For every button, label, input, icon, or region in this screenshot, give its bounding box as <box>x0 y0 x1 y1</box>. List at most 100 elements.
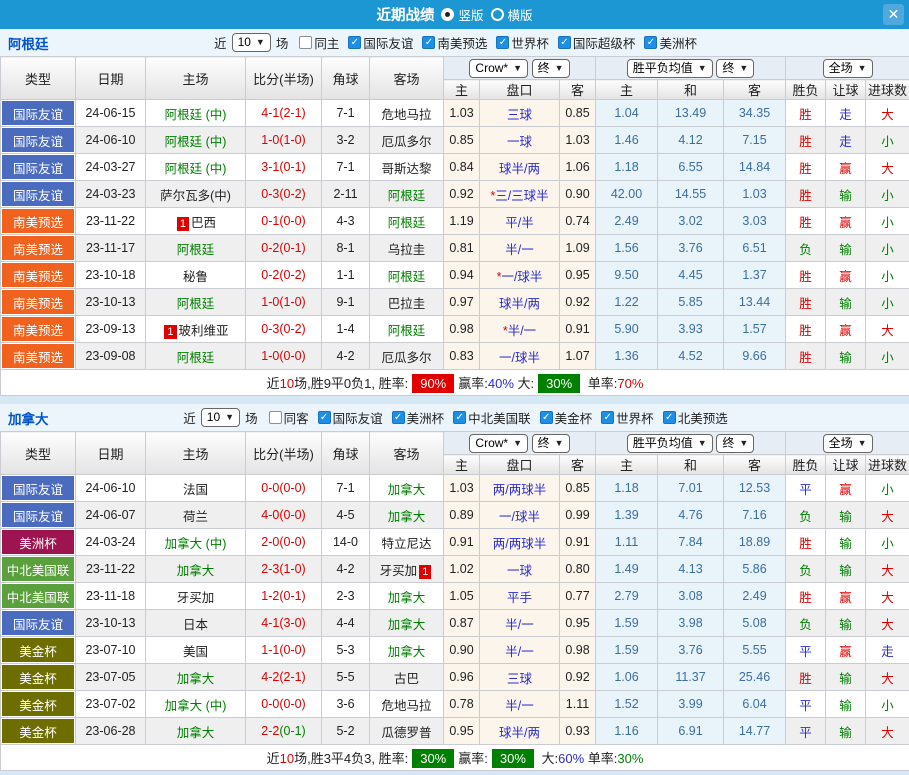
date-cell: 23-11-18 <box>76 583 146 610</box>
avg-home-odds: 1.18 <box>596 475 658 502</box>
avg-select[interactable]: 胜平负均值▼ <box>627 59 713 78</box>
fullmatch-select[interactable]: 全场▼ <box>823 434 873 453</box>
team-name: 加拿大 <box>388 483 426 497</box>
table-row: 国际友谊24-03-23萨尔瓦多(中)0-3(0-2)2-11阿根廷0.92*三… <box>1 181 909 208</box>
final-select-value: 终 <box>538 61 550 76</box>
competition-badge: 美金杯 <box>2 719 74 743</box>
team-name: 阿根廷 <box>388 216 426 230</box>
final-odds-select-2[interactable]: 终▼ <box>716 59 754 78</box>
league-checkbox[interactable]: ✓国际友谊 <box>348 33 413 52</box>
home-team-cell: 美国 <box>146 637 246 664</box>
final-odds-select[interactable]: 终▼ <box>532 434 570 453</box>
type-cell: 南美预选 <box>1 262 76 289</box>
handicap-value: 一球 <box>507 135 532 149</box>
league-checkbox[interactable]: ✓美金杯 <box>540 408 593 427</box>
league-checkbox[interactable]: ✓世界杯 <box>496 33 549 52</box>
fulltime-score: 1-2 <box>261 589 279 603</box>
halftime-score: (0-0) <box>279 508 305 522</box>
handicap-cell: 两/两球半 <box>480 475 560 502</box>
result-goals: 大 <box>866 583 909 610</box>
league-checkbox[interactable]: ✓美洲杯 <box>644 33 697 52</box>
crow-select[interactable]: Crow*▼ <box>469 59 528 78</box>
away-team-cell: 危地马拉 <box>370 691 444 718</box>
corner-cell: 3-6 <box>322 691 370 718</box>
final-odds-select[interactable]: 终▼ <box>532 59 570 78</box>
result-handicap: 赢 <box>826 475 866 502</box>
close-button[interactable]: ✕ <box>883 4 904 25</box>
away-team-cell: 加拿大 <box>370 610 444 637</box>
handicap-value: 球半/两 <box>499 726 540 740</box>
league-checkbox[interactable]: ✓世界杯 <box>601 408 654 427</box>
col-header-score: 比分(半场) <box>246 432 322 475</box>
corner-cell: 5-5 <box>322 664 370 691</box>
sub-header-handicap: 盘口 <box>480 455 560 475</box>
games-label: 场 <box>276 33 289 52</box>
result-goals: 大 <box>866 610 909 637</box>
home-team-cell: 秘鲁 <box>146 262 246 289</box>
recent-count-select[interactable]: 10▼ <box>232 33 271 52</box>
team-name: 加拿大 <box>388 591 426 605</box>
result-goals: 小 <box>866 127 909 154</box>
table-row: 国际友谊24-03-27阿根廷 (中)3-1(0-1)7-1哥斯达黎0.84球半… <box>1 154 909 181</box>
type-cell: 国际友谊 <box>1 100 76 127</box>
league-checkbox[interactable]: ✓南美预选 <box>422 33 487 52</box>
result-wdl: 胜 <box>786 343 826 370</box>
league-checkbox[interactable]: ✓国际友谊 <box>318 408 383 427</box>
halftime-score: (2-1) <box>279 670 305 684</box>
summary-segment: 90% <box>412 374 454 393</box>
col-header-away: 客场 <box>370 57 444 100</box>
away-team-cell: 阿根廷 <box>370 181 444 208</box>
fullmatch-select[interactable]: 全场▼ <box>823 59 873 78</box>
handicap-home-odds: 0.92 <box>444 181 480 208</box>
avg-home-odds: 2.79 <box>596 583 658 610</box>
summary-segment: 30% <box>538 374 580 393</box>
sub-header-avg-away: 客 <box>724 80 786 100</box>
vertical-radio[interactable]: 竖版 <box>441 5 483 24</box>
league-checkbox[interactable]: ✓北美预选 <box>663 408 728 427</box>
score-cell: 4-0(0-0) <box>246 502 322 529</box>
handicap-away-odds: 0.99 <box>560 502 596 529</box>
competition-badge: 美金杯 <box>2 692 74 716</box>
result-handicap: 输 <box>826 664 866 691</box>
type-cell: 美金杯 <box>1 664 76 691</box>
handicap-value: 平手 <box>507 591 532 605</box>
handicap-value: 球半/两 <box>499 162 540 176</box>
recent-count-select[interactable]: 10▼ <box>201 408 240 427</box>
score-cell: 4-2(2-1) <box>246 664 322 691</box>
fullmatch-group-header: 全场▼ <box>786 432 909 455</box>
crow-group-header: Crow*▼ 终▼ <box>444 432 596 455</box>
avg-away-odds: 1.03 <box>724 181 786 208</box>
chevron-down-icon: ▼ <box>698 436 707 451</box>
results-table: 类型 日期 主场 比分(半场) 角球 客场 Crow*▼ 终▼ 胜平负均值▼ 终… <box>0 431 909 771</box>
result-wdl: 胜 <box>786 208 826 235</box>
avg-select[interactable]: 胜平负均值▼ <box>627 434 713 453</box>
home-team-cell: 加拿大 <box>146 718 246 745</box>
away-team-cell: 乌拉圭 <box>370 235 444 262</box>
result-handicap: 输 <box>826 691 866 718</box>
league-checkbox[interactable]: ✓中北美国联 <box>453 408 531 427</box>
horizontal-radio[interactable]: 横版 <box>491 5 533 24</box>
handicap-value: 三球 <box>507 108 532 122</box>
horizontal-radio-label: 横版 <box>508 5 533 24</box>
final-odds-select-2[interactable]: 终▼ <box>716 434 754 453</box>
corner-cell: 2-11 <box>322 181 370 208</box>
sub-header-home-odds: 主 <box>444 80 480 100</box>
fulltime-score: 2-2 <box>261 724 279 738</box>
crow-select[interactable]: Crow*▼ <box>469 434 528 453</box>
result-wdl: 胜 <box>786 583 826 610</box>
competition-badge: 国际友谊 <box>2 182 74 206</box>
home-team-cell: 加拿大 <box>146 664 246 691</box>
handicap-cell: 三球 <box>480 664 560 691</box>
avg-away-odds: 9.66 <box>724 343 786 370</box>
league-checkbox[interactable]: ✓美洲杯 <box>392 408 445 427</box>
handicap-away-odds: 0.91 <box>560 316 596 343</box>
table-row: 中北美国联23-11-18牙买加1-2(0-1)2-3加拿大1.05平手0.77… <box>1 583 909 610</box>
same-venue-checkbox[interactable]: 同客 <box>269 408 309 427</box>
result-goals: 小 <box>866 691 909 718</box>
same-venue-checkbox[interactable]: 同主 <box>299 33 339 52</box>
team-name: 巴拉圭 <box>388 297 426 311</box>
league-checkbox[interactable]: ✓国际超级杯 <box>558 33 636 52</box>
vertical-radio-label: 竖版 <box>458 5 483 24</box>
avg-away-odds: 13.44 <box>724 289 786 316</box>
table-row: 南美预选23-10-13阿根廷1-0(1-0)9-1巴拉圭0.97球半/两0.9… <box>1 289 909 316</box>
